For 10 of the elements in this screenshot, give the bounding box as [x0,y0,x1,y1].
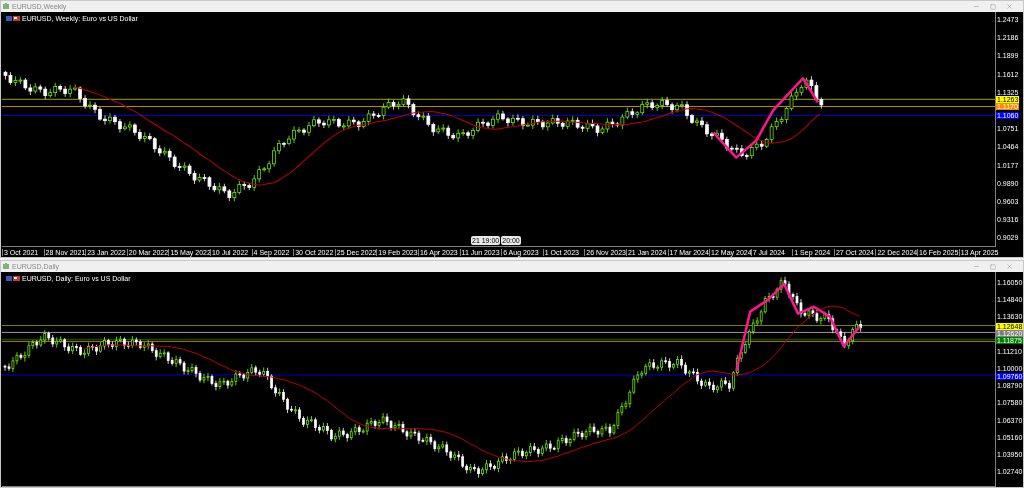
chart-icon [3,3,10,10]
flag-icon [6,16,20,21]
flag-icon [6,276,20,281]
chart-icon [3,263,10,270]
minimize-icon[interactable] [973,263,980,270]
maximize-icon[interactable] [990,3,996,10]
close-icon[interactable] [1006,263,1013,270]
minimize-icon[interactable] [973,3,980,10]
close-icon[interactable] [1006,3,1013,10]
maximize-icon[interactable] [990,263,996,270]
